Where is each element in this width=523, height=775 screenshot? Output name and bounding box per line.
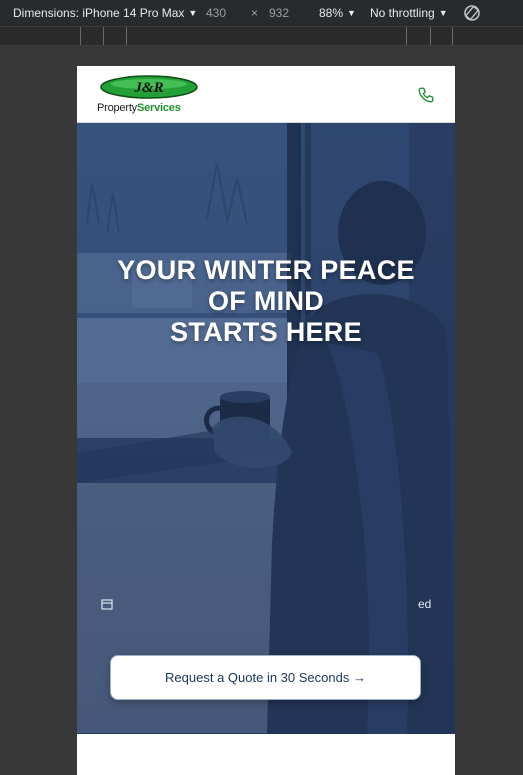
throttling-dropdown[interactable]: No throttling ▼ [370,6,448,20]
times-symbol: × [251,6,259,20]
chevron-down-icon: ▼ [188,8,198,18]
zoom-dropdown[interactable]: 88% ▼ [319,6,356,20]
device-dropdown-label: Dimensions: iPhone 14 Pro Max [13,6,185,20]
logo-word-services: Services [136,102,181,114]
hero-background-image [77,123,455,734]
logo-wordmark: PropertyServices [97,102,181,114]
hero-section: YOUR WINTER PEACE OF MIND STARTS HERE ed… [77,123,455,734]
rotate-icon[interactable] [462,3,482,23]
chevron-down-icon: ▼ [347,8,356,18]
zoom-label: 88% [319,6,344,20]
height-input[interactable] [265,4,303,22]
badge-text-fragment: ed [418,597,432,611]
chevron-down-icon: ▼ [438,8,448,18]
svg-text:J&R: J&R [133,80,163,96]
device-dropdown[interactable]: Dimensions: iPhone 14 Pro Max ▼ [13,6,197,20]
media-query-ruler [0,26,523,46]
company-logo[interactable]: J&R PropertyServices [97,75,202,114]
ruler-tick [430,27,431,45]
width-input[interactable] [202,4,240,22]
ruler-tick [452,27,453,45]
ruler-tick [126,27,127,45]
logo-word-property: Property [97,102,137,114]
ruler-tick [103,27,104,45]
next-section [77,734,455,775]
logo-emblem: J&R [100,75,198,99]
throttling-label: No throttling [370,6,435,20]
phone-icon[interactable] [417,86,435,104]
devtools-toolbar: Dimensions: iPhone 14 Pro Max ▼ × 88% ▼ … [0,0,523,26]
request-quote-button[interactable]: Request a Quote in 30 Seconds → [110,655,421,700]
device-viewport: J&R PropertyServices YOUR WINTER PEACE O… [77,66,455,775]
site-header: J&R PropertyServices [77,66,455,123]
ruler-tick [406,27,407,45]
hero-headline: YOUR WINTER PEACE OF MIND STARTS HERE [117,255,415,348]
ruler-tick [80,27,81,45]
calendar-icon [101,599,113,610]
